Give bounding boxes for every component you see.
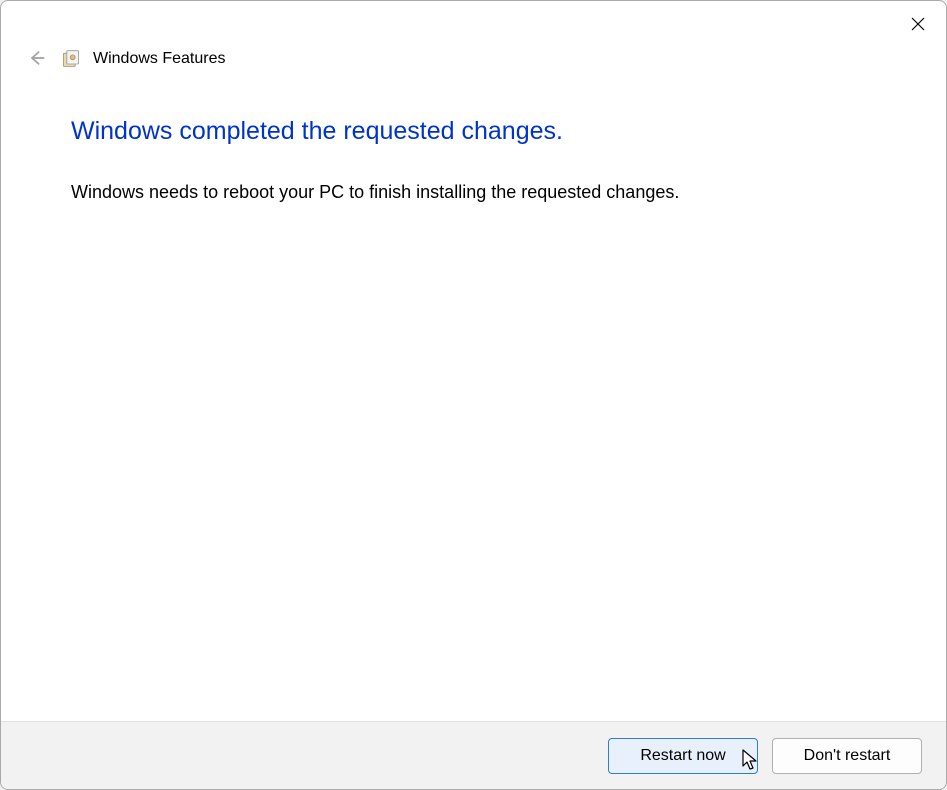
titlebar xyxy=(1,1,946,47)
content-area: Windows completed the requested changes.… xyxy=(1,79,946,721)
footer: Restart now Don't restart xyxy=(1,721,946,789)
close-button[interactable] xyxy=(904,11,932,39)
windows-features-icon xyxy=(61,49,81,69)
main-heading: Windows completed the requested changes. xyxy=(71,117,876,146)
body-text: Windows needs to reboot your PC to finis… xyxy=(71,182,876,203)
close-icon xyxy=(909,15,927,36)
dialog-title: Windows Features xyxy=(93,50,226,68)
dont-restart-button[interactable]: Don't restart xyxy=(772,738,922,774)
back-arrow-icon xyxy=(27,48,47,71)
header-row: Windows Features xyxy=(1,47,946,79)
dialog-window: Windows Features Windows completed the r… xyxy=(0,0,947,790)
back-button[interactable] xyxy=(25,47,49,71)
restart-now-button[interactable]: Restart now xyxy=(608,738,758,774)
